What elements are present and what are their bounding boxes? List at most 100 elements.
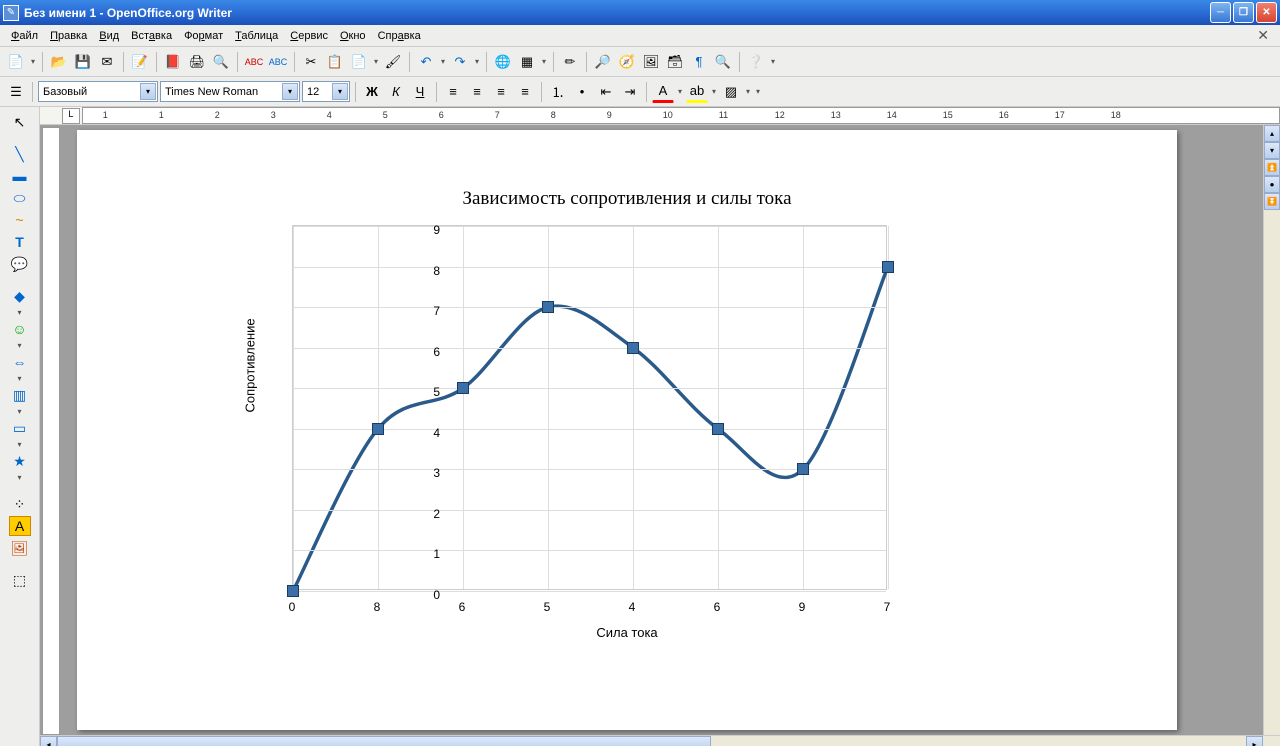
menu-service[interactable]: Сервис [284,28,334,44]
font-size-combo[interactable]: 12▾ [302,81,350,102]
xtick: 6 [459,600,466,614]
callouts-icon[interactable]: ▭ [9,418,31,438]
new-doc-icon[interactable]: 📄 [5,51,27,73]
menu-edit[interactable]: Правка [44,28,93,44]
stars-icon[interactable]: ★ [9,451,31,471]
vertical-scrollbar[interactable]: ▴ ▾ ⏫ ● ⏬ [1263,125,1280,735]
curve-tool-icon[interactable]: ~ [9,210,31,230]
text-tool-icon[interactable]: T [9,232,31,252]
chart-object[interactable]: Зависимость сопротивления и силы тока Со… [212,170,1042,700]
scroll-right-icon[interactable]: ▸ [1246,736,1263,746]
menu-help[interactable]: Справка [372,28,427,44]
flowchart-icon[interactable]: ▥ [9,385,31,405]
ytick: 5 [420,385,440,399]
bullets-icon[interactable]: • [571,81,593,103]
xtick: 9 [799,600,806,614]
extrusion-icon[interactable]: ⬚ [9,570,31,590]
chart-title: Зависимость сопротивления и силы тока [212,170,1042,220]
drawing-palette: ↖ ╲ ▬ ⬭ ~ T 💬 ◆▾ ☺▾ ⇔▾ ▥▾ ▭▾ ★▾ ⁘ A 🖼 ⬚ [0,107,40,746]
horizontal-ruler[interactable]: L 1123456789101112131415161718 [40,107,1280,125]
vertical-ruler[interactable] [42,127,60,735]
horizontal-scrollbar[interactable]: ◂ ▸ [40,735,1280,746]
align-justify-icon[interactable]: ≡ [514,81,536,103]
zoom-icon[interactable]: 🔍 [712,51,734,73]
xtick: 6 [714,600,721,614]
align-center-icon[interactable]: ≡ [466,81,488,103]
datasource-icon[interactable]: 🗃 [664,51,686,73]
edit-doc-icon[interactable]: 📝 [129,51,151,73]
scroll-thumb[interactable] [57,736,711,746]
indent-dec-icon[interactable]: ⇤ [595,81,617,103]
cut-icon[interactable]: ✂ [300,51,322,73]
indent-inc-icon[interactable]: ⇥ [619,81,641,103]
from-file-icon[interactable]: 🖼 [9,538,31,558]
line-tool-icon[interactable]: ╲ [9,144,31,164]
scroll-down-icon[interactable]: ▾ [1264,142,1280,159]
symbol-shapes-icon[interactable]: ☺ [9,319,31,339]
callout-tool-icon[interactable]: 💬 [9,254,31,274]
align-left-icon[interactable]: ≡ [442,81,464,103]
brush-icon[interactable]: 🖌 [382,51,404,73]
data-point [882,261,894,273]
bold-button[interactable]: Ж [361,81,383,103]
scroll-up-icon[interactable]: ▴ [1264,125,1280,142]
maximize-button[interactable]: ❐ [1233,2,1254,23]
numbering-icon[interactable]: ⒈ [547,81,569,103]
paste-icon[interactable]: 📄 [348,51,370,73]
styles-icon[interactable]: ☰ [5,81,27,103]
email-icon[interactable]: ✉ [96,51,118,73]
minimize-button[interactable]: ─ [1210,2,1231,23]
gallery-icon[interactable]: 🖼 [640,51,662,73]
hyperlink-icon[interactable]: 🌐 [492,51,514,73]
copy-icon[interactable]: 📋 [324,51,346,73]
menu-table[interactable]: Таблица [229,28,284,44]
preview-icon[interactable]: 🔍 [210,51,232,73]
menu-file[interactable]: Файл [5,28,44,44]
data-point [542,301,554,313]
data-point [287,585,299,597]
autospell-icon[interactable]: ABC [267,51,289,73]
cursor-icon[interactable]: ↖ [9,112,31,132]
menu-window[interactable]: Окно [334,28,372,44]
next-page-icon[interactable]: ⏬ [1264,193,1280,210]
draw-icon[interactable]: ✏ [559,51,581,73]
help-icon[interactable]: ❔ [745,51,767,73]
nonprint-icon[interactable]: ¶ [688,51,710,73]
close-button[interactable]: ✕ [1256,2,1277,23]
font-color-icon[interactable]: A [652,81,674,103]
underline-button[interactable]: Ч [409,81,431,103]
menu-format[interactable]: Формат [178,28,229,44]
ellipse-tool-icon[interactable]: ⬭ [9,188,31,208]
align-right-icon[interactable]: ≡ [490,81,512,103]
undo-icon[interactable]: ↶ [415,51,437,73]
highlight-icon[interactable]: ab [686,81,708,103]
navigator-icon[interactable]: 🧭 [616,51,638,73]
font-name-combo[interactable]: Times New Roman▾ [160,81,300,102]
ytick: 7 [420,304,440,318]
menu-insert[interactable]: Вставка [125,28,178,44]
find-icon[interactable]: 🔎 [592,51,614,73]
data-point [712,423,724,435]
table-icon[interactable]: ▦ [516,51,538,73]
paragraph-style-combo[interactable]: Базовый▾ [38,81,158,102]
rect-tool-icon[interactable]: ▬ [9,166,31,186]
fontwork-icon[interactable]: A [9,516,31,536]
print-icon[interactable]: 🖨 [186,51,208,73]
shapes-icon[interactable]: ◆ [9,286,31,306]
ytick: 9 [420,223,440,237]
prev-page-icon[interactable]: ⏫ [1264,159,1280,176]
points-icon[interactable]: ⁘ [9,494,31,514]
pdf-icon[interactable]: 📕 [162,51,184,73]
arrows-icon[interactable]: ⇔ [9,352,31,372]
save-icon[interactable]: 💾 [72,51,94,73]
italic-button[interactable]: К [385,81,407,103]
browse-icon[interactable]: ● [1264,176,1280,193]
menu-view[interactable]: Вид [93,28,125,44]
xtick: 4 [629,600,636,614]
scroll-left-icon[interactable]: ◂ [40,736,57,746]
spellcheck-icon[interactable]: ABC [243,51,265,73]
redo-icon[interactable]: ↷ [449,51,471,73]
close-document-button[interactable]: ✕ [1251,25,1275,46]
open-icon[interactable]: 📂 [48,51,70,73]
bgcolor-icon[interactable]: ▨ [720,81,742,103]
